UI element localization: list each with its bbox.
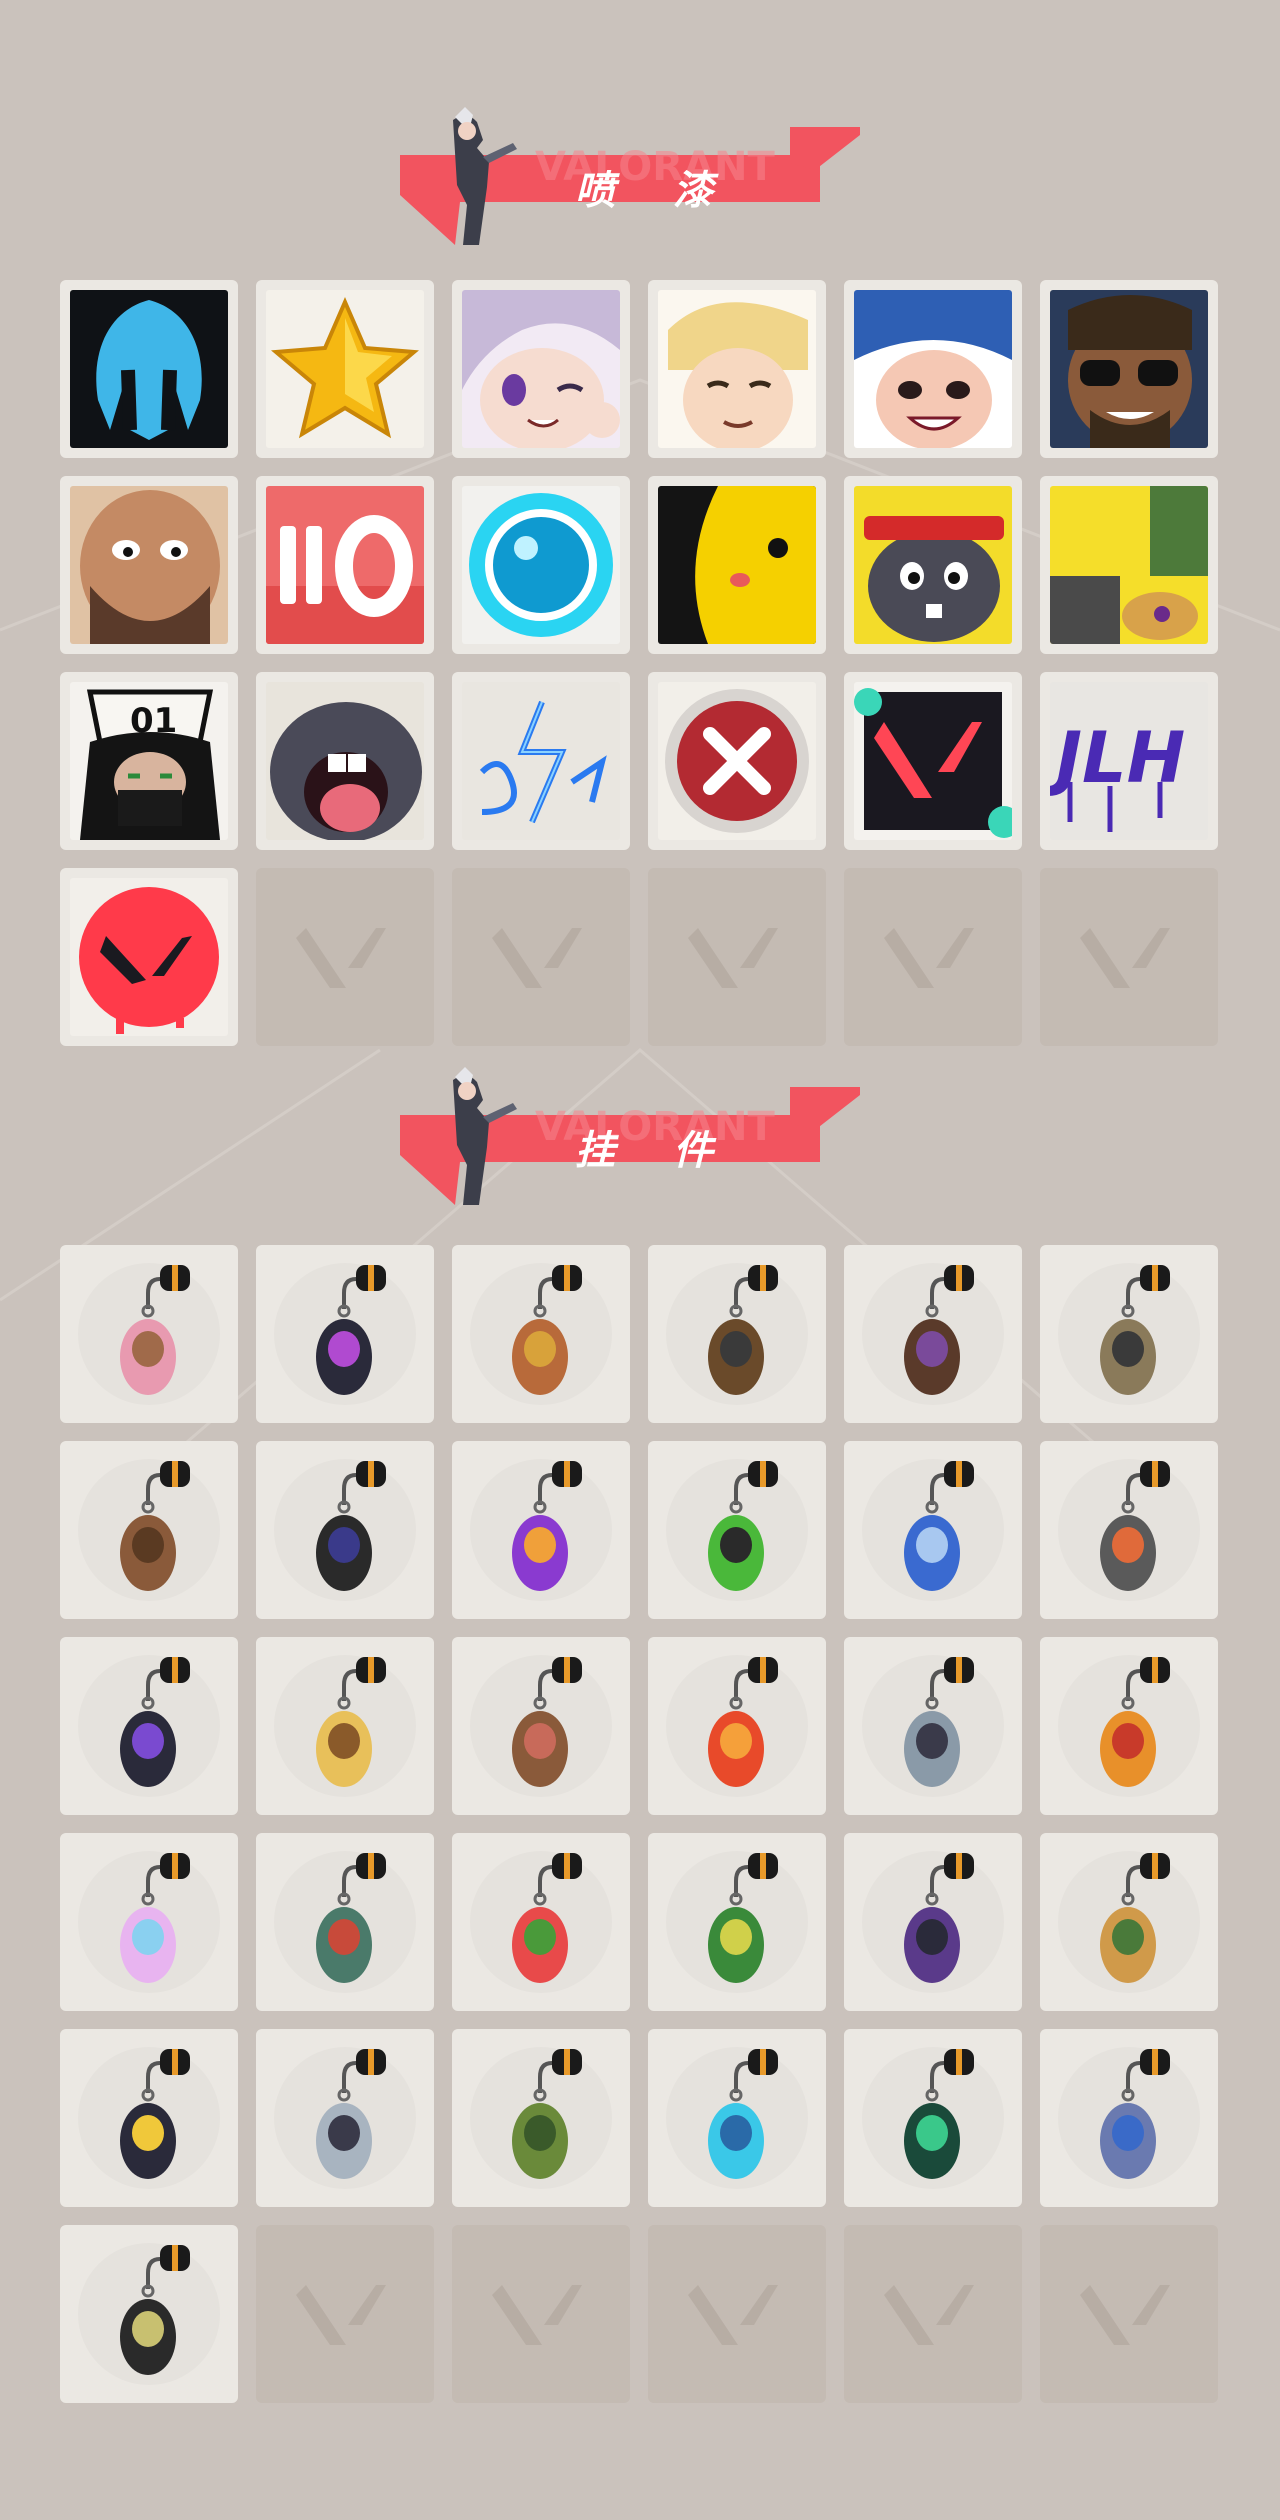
empty-slot (1040, 868, 1218, 1046)
empty-slot (452, 868, 630, 1046)
empty-slot (256, 2225, 434, 2403)
hot-air-balloon-charm[interactable] (1040, 1637, 1218, 1815)
green-pager-charm[interactable] (648, 1441, 826, 1619)
valorant-splash-spray[interactable] (844, 672, 1022, 850)
charm-banner: VALORANT 挂 件 (395, 1065, 865, 1215)
blonde-agent-spray[interactable] (648, 280, 826, 458)
empty-slot (452, 2225, 630, 2403)
ufo-charm[interactable] (1040, 2029, 1218, 2207)
yellow-blob-spray[interactable] (648, 476, 826, 654)
red-valorant-logo-spray[interactable] (60, 868, 238, 1046)
gun-part-charm[interactable] (648, 1245, 826, 1423)
box-charm[interactable] (60, 1441, 238, 1619)
spray-banner: VALORANT 喷 漆 (395, 105, 865, 255)
coffee-machine-charm[interactable] (256, 1833, 434, 2011)
cupcake-charm[interactable] (60, 1245, 238, 1423)
empty-slot (844, 868, 1022, 1046)
empty-slot (256, 868, 434, 1046)
soda-can-charm[interactable] (648, 1833, 826, 2011)
agent-card-charm[interactable] (844, 1637, 1022, 1815)
masked-agent-spray[interactable]: 01 (60, 672, 238, 850)
red-x-button-spray[interactable] (648, 672, 826, 850)
robot-figure-charm[interactable] (256, 1441, 434, 1619)
anime-girl-charm[interactable] (60, 1833, 238, 2011)
winking-girl-spray[interactable] (452, 280, 630, 458)
empty-slot (844, 2225, 1022, 2403)
ep9-dark-charm[interactable] (60, 1637, 238, 1815)
cowboy-figure-charm[interactable] (1040, 1245, 1218, 1423)
charm-grid (60, 1245, 1220, 2403)
empty-slot (1040, 2225, 1218, 2403)
ep8-green-charm[interactable] (844, 2029, 1022, 2207)
blue-orb-spray[interactable] (452, 476, 630, 654)
sunglasses-man-spray[interactable] (1040, 280, 1218, 458)
tanghulu-charm[interactable] (648, 1637, 826, 1815)
valorant-medal-charm[interactable] (60, 2225, 238, 2403)
watermelon-charm[interactable] (452, 1833, 630, 2011)
ep9-blue-charm[interactable] (60, 2029, 238, 2207)
blue-blade-charm[interactable] (648, 2029, 826, 2207)
empty-slot (648, 2225, 826, 2403)
blue-teardrop-spray[interactable] (60, 280, 238, 458)
section-title: 喷 漆 (575, 168, 735, 214)
grinning-girl-spray[interactable] (844, 280, 1022, 458)
ammo-zero-spray[interactable] (256, 476, 434, 654)
purple-device-charm[interactable] (844, 1833, 1022, 2011)
beehive-charm[interactable] (1040, 1833, 1218, 2011)
bear-boxer-charm[interactable] (452, 1245, 630, 1423)
tongue-critter-spray[interactable] (256, 672, 434, 850)
plant-mask-charm[interactable] (452, 2029, 630, 2207)
banana-bread-charm[interactable] (256, 1637, 434, 1815)
silver-drop-charm[interactable] (256, 2029, 434, 2207)
ep9-purple-charm[interactable] (256, 1245, 434, 1423)
popsicle-charm[interactable] (452, 1637, 630, 1815)
lava-lamp-charm[interactable] (452, 1441, 630, 1619)
gold-star-spray[interactable] (256, 280, 434, 458)
radio-charm[interactable] (1040, 1441, 1218, 1619)
graffiti-text-spray[interactable]: JLH (1040, 672, 1218, 850)
astronaut-charm[interactable] (844, 1441, 1022, 1619)
fist-gauntlet-spray[interactable] (1040, 476, 1218, 654)
spray-grid: 01 JLH (60, 280, 1220, 1046)
neon-scribble-spray[interactable] (452, 672, 630, 850)
bearded-man-spray[interactable] (60, 476, 238, 654)
empty-slot (648, 868, 826, 1046)
section-title: 挂 件 (575, 1128, 735, 1174)
agent-figure-charm[interactable] (844, 1245, 1022, 1423)
headband-critter-spray[interactable] (844, 476, 1022, 654)
